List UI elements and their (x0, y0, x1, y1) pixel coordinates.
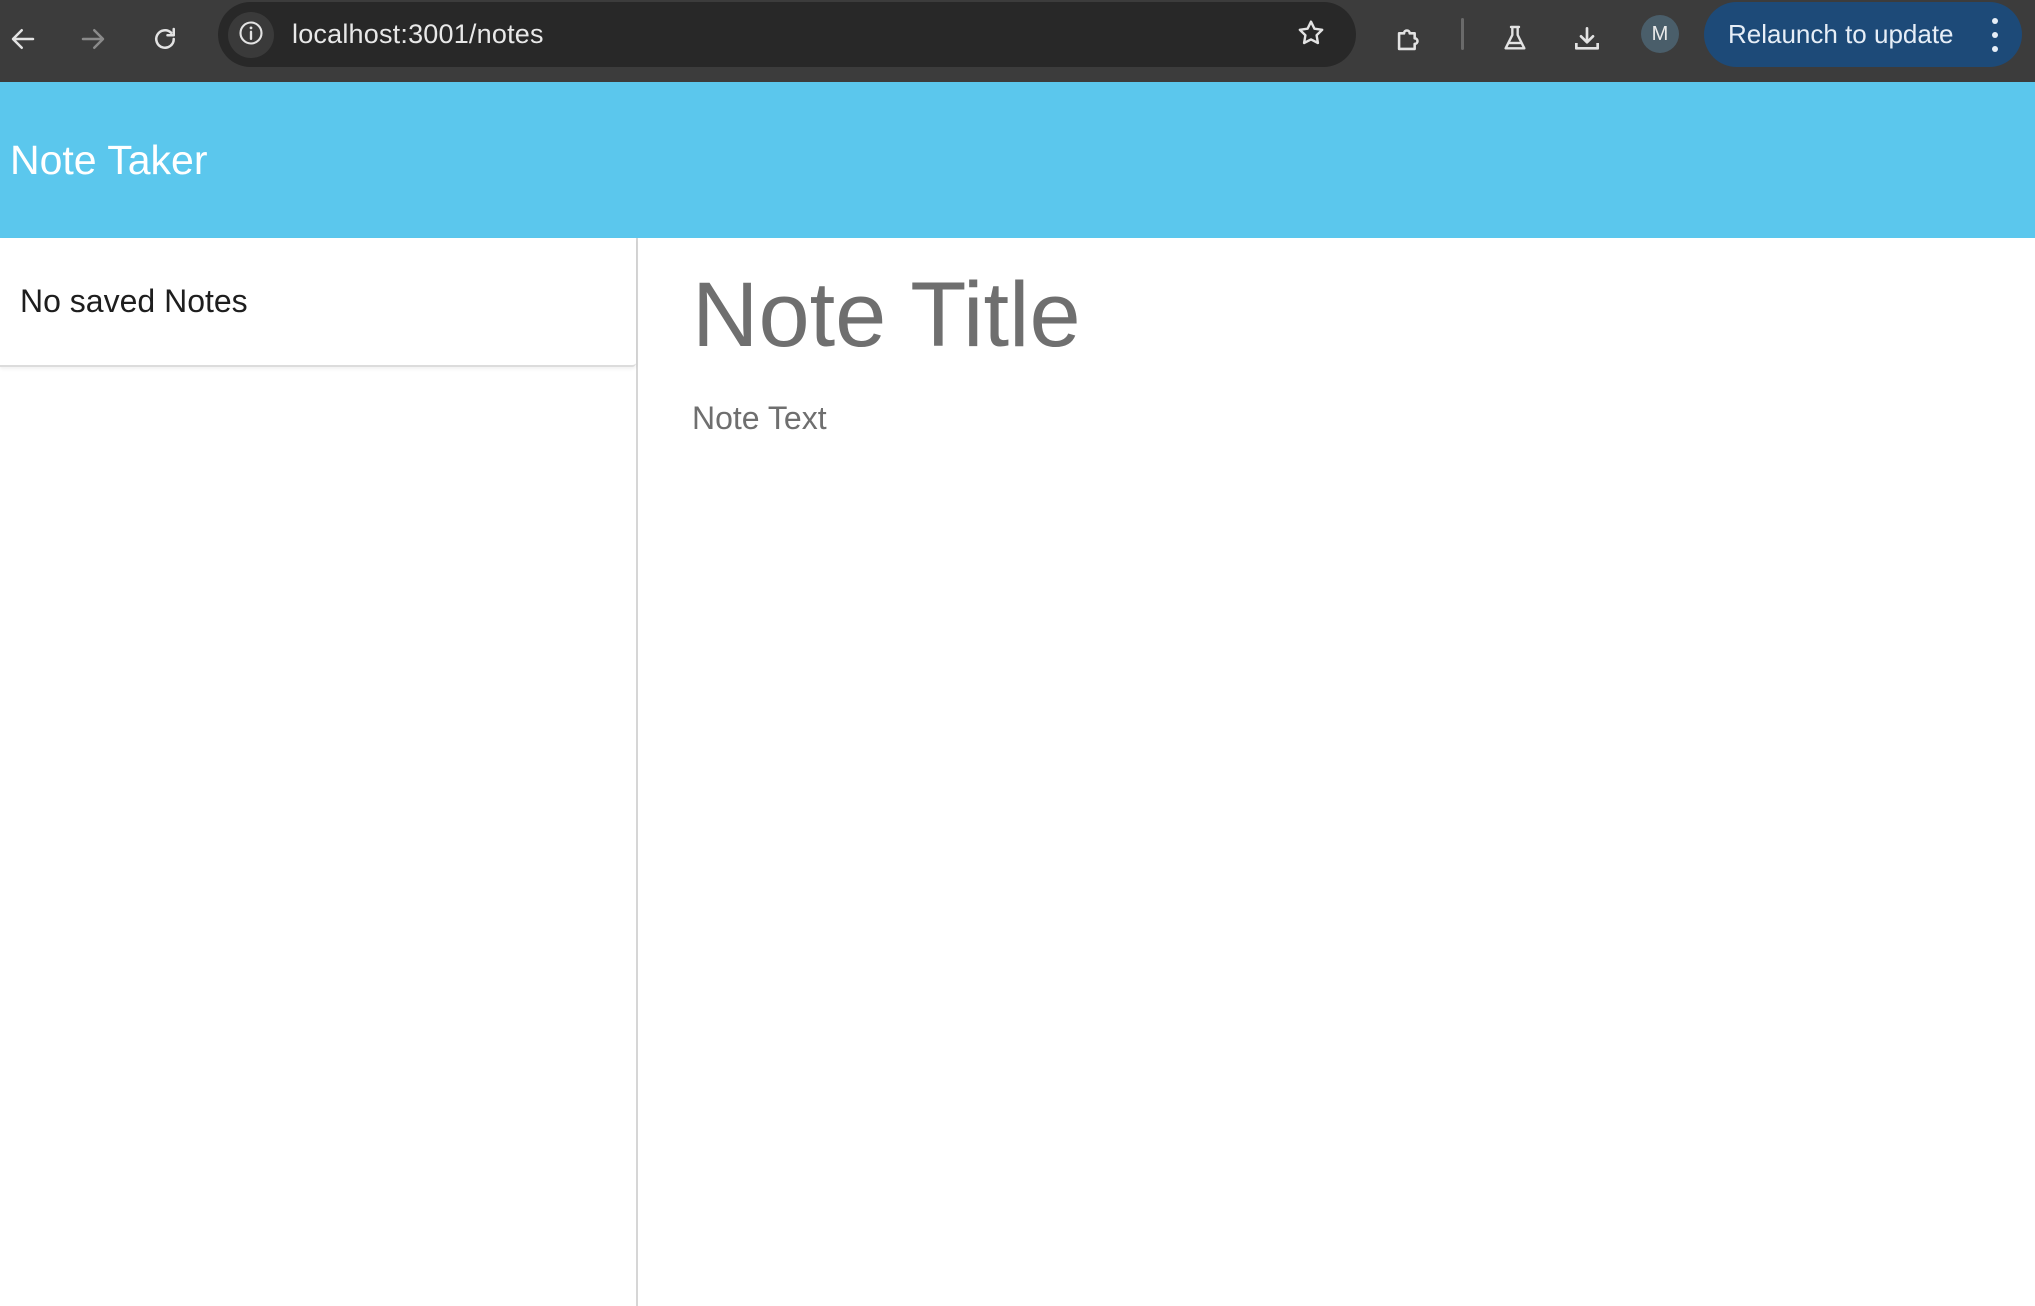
notes-sidebar: No saved Notes (0, 238, 638, 1306)
address-bar[interactable]: localhost:3001/notes (218, 2, 1356, 67)
toolbar-separator (1461, 18, 1464, 50)
back-button[interactable] (0, 16, 46, 62)
reload-button[interactable] (142, 16, 188, 62)
list-item: No saved Notes (0, 238, 636, 367)
extensions-button[interactable] (1386, 16, 1432, 62)
profile-avatar[interactable]: M (1641, 15, 1679, 53)
bookmark-button[interactable] (1290, 14, 1332, 56)
note-text-textarea[interactable] (692, 400, 1992, 1000)
back-arrow-icon (8, 24, 38, 54)
reload-icon (150, 24, 180, 54)
labs-flask-icon (1499, 23, 1531, 55)
note-title-input[interactable] (692, 260, 1992, 370)
extensions-puzzle-icon (1392, 22, 1426, 56)
downloads-button[interactable] (1564, 16, 1610, 62)
forward-arrow-icon (78, 24, 108, 54)
empty-notes-message: No saved Notes (20, 283, 248, 319)
forward-button[interactable] (70, 16, 116, 62)
relaunch-button[interactable]: Relaunch to update (1704, 2, 2022, 67)
labs-button[interactable] (1492, 16, 1538, 62)
note-editor (640, 238, 2035, 1306)
app-brand[interactable]: Note Taker (10, 82, 208, 238)
relaunch-label: Relaunch to update (1728, 19, 1954, 49)
bookmark-star-icon (1295, 17, 1327, 54)
downloads-icon (1571, 23, 1603, 55)
app-navbar: Note Taker (0, 82, 2035, 238)
browser-toolbar: localhost:3001/notes M Relaunch to updat… (0, 0, 2035, 82)
site-info-icon (237, 19, 265, 52)
kebab-menu-icon[interactable] (1990, 18, 2000, 52)
site-info-button[interactable] (228, 12, 274, 58)
url-text[interactable]: localhost:3001/notes (292, 2, 544, 67)
